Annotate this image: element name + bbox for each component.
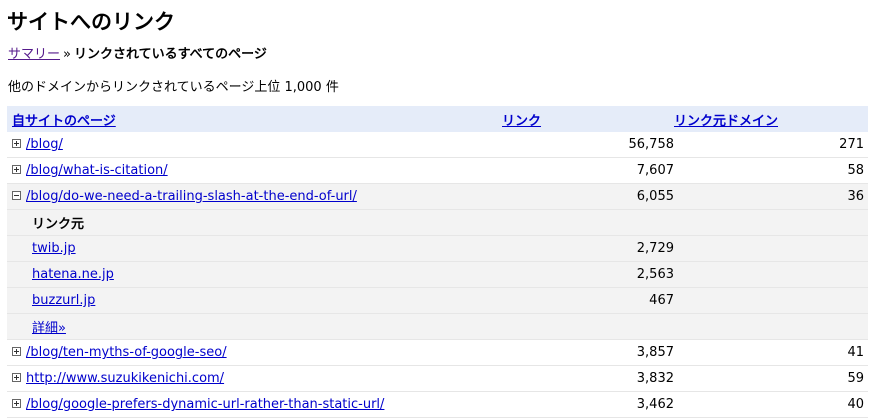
table-row: /blog/ten-myths-of-google-seo/ 3,857 41 xyxy=(7,339,868,366)
linked-pages-table: 自サイトのページ リンク リンク元ドメイン /blog/ 56,758 271 … xyxy=(7,106,868,418)
link-count: 7,607 xyxy=(502,157,674,184)
link-count: 6,055 xyxy=(502,183,674,210)
page-link[interactable]: /blog/ten-myths-of-google-seo/ xyxy=(26,345,227,360)
summary-text: 他のドメインからリンクされているページ上位 1,000 件 xyxy=(8,80,339,95)
source-link-count: 467 xyxy=(502,287,674,314)
more-details-link[interactable]: 詳細» xyxy=(32,321,66,336)
expand-icon[interactable] xyxy=(12,347,21,356)
breadcrumb-separator: » xyxy=(63,47,71,62)
page-link[interactable]: http://www.suzukikenichi.com/ xyxy=(26,371,224,386)
source-heading: リンク元 xyxy=(7,209,502,236)
table-row: /blog/ 56,758 271 xyxy=(7,132,868,158)
source-row: twib.jp 2,729 xyxy=(7,235,868,262)
header-links: リンク xyxy=(502,106,674,132)
source-domain-link[interactable]: hatena.ne.jp xyxy=(32,267,114,282)
collapse-icon[interactable] xyxy=(12,191,21,200)
source-link-count: 2,729 xyxy=(502,235,674,262)
expand-icon[interactable] xyxy=(12,139,21,148)
sort-by-page-link[interactable]: 自サイトのページ xyxy=(12,114,116,129)
table-row: /blog/google-prefers-dynamic-url-rather-… xyxy=(7,391,868,418)
sort-by-domains-link[interactable]: リンク元ドメイン xyxy=(674,114,778,129)
source-domain-link[interactable]: twib.jp xyxy=(32,241,76,256)
expand-icon[interactable] xyxy=(12,399,21,408)
expand-icon[interactable] xyxy=(12,165,21,174)
domain-count: 36 xyxy=(674,183,868,210)
breadcrumb-current: リンクされているすべてのページ xyxy=(73,47,267,62)
domain-count: 58 xyxy=(674,157,868,184)
domain-count: 40 xyxy=(674,391,868,418)
link-count: 3,832 xyxy=(502,365,674,392)
source-link-count: 2,563 xyxy=(502,261,674,288)
domain-count: 59 xyxy=(674,365,868,392)
source-row: buzzurl.jp 467 xyxy=(7,287,868,314)
link-count: 3,462 xyxy=(502,391,674,418)
breadcrumb: サマリー» リンクされているすべてのページ xyxy=(8,43,267,62)
source-heading-row: リンク元 xyxy=(7,209,868,236)
expand-icon[interactable] xyxy=(12,373,21,382)
page-title: サイトへのリンク xyxy=(7,10,175,34)
domain-count: 41 xyxy=(674,339,868,366)
header-domains: リンク元ドメイン xyxy=(674,106,868,132)
table-row-expanded: /blog/do-we-need-a-trailing-slash-at-the… xyxy=(7,183,868,210)
link-count: 56,758 xyxy=(502,132,674,158)
source-row: hatena.ne.jp 2,563 xyxy=(7,261,868,288)
page-link[interactable]: /blog/do-we-need-a-trailing-slash-at-the… xyxy=(26,189,357,204)
breadcrumb-summary-link[interactable]: サマリー xyxy=(8,47,60,62)
page-link[interactable]: /blog/google-prefers-dynamic-url-rather-… xyxy=(26,397,384,412)
table-row: http://www.suzukikenichi.com/ 3,832 59 xyxy=(7,365,868,392)
table-row: /blog/what-is-citation/ 7,607 58 xyxy=(7,157,868,184)
source-more-row: 詳細» xyxy=(7,313,868,340)
header-page: 自サイトのページ xyxy=(7,106,502,132)
source-domain-link[interactable]: buzzurl.jp xyxy=(32,293,95,308)
table-header-row: 自サイトのページ リンク リンク元ドメイン xyxy=(7,106,868,132)
page-link[interactable]: /blog/what-is-citation/ xyxy=(26,163,168,178)
domain-count: 271 xyxy=(674,132,868,158)
link-count: 3,857 xyxy=(502,339,674,366)
sort-by-links-link[interactable]: リンク xyxy=(502,114,541,129)
page-link[interactable]: /blog/ xyxy=(26,137,63,152)
